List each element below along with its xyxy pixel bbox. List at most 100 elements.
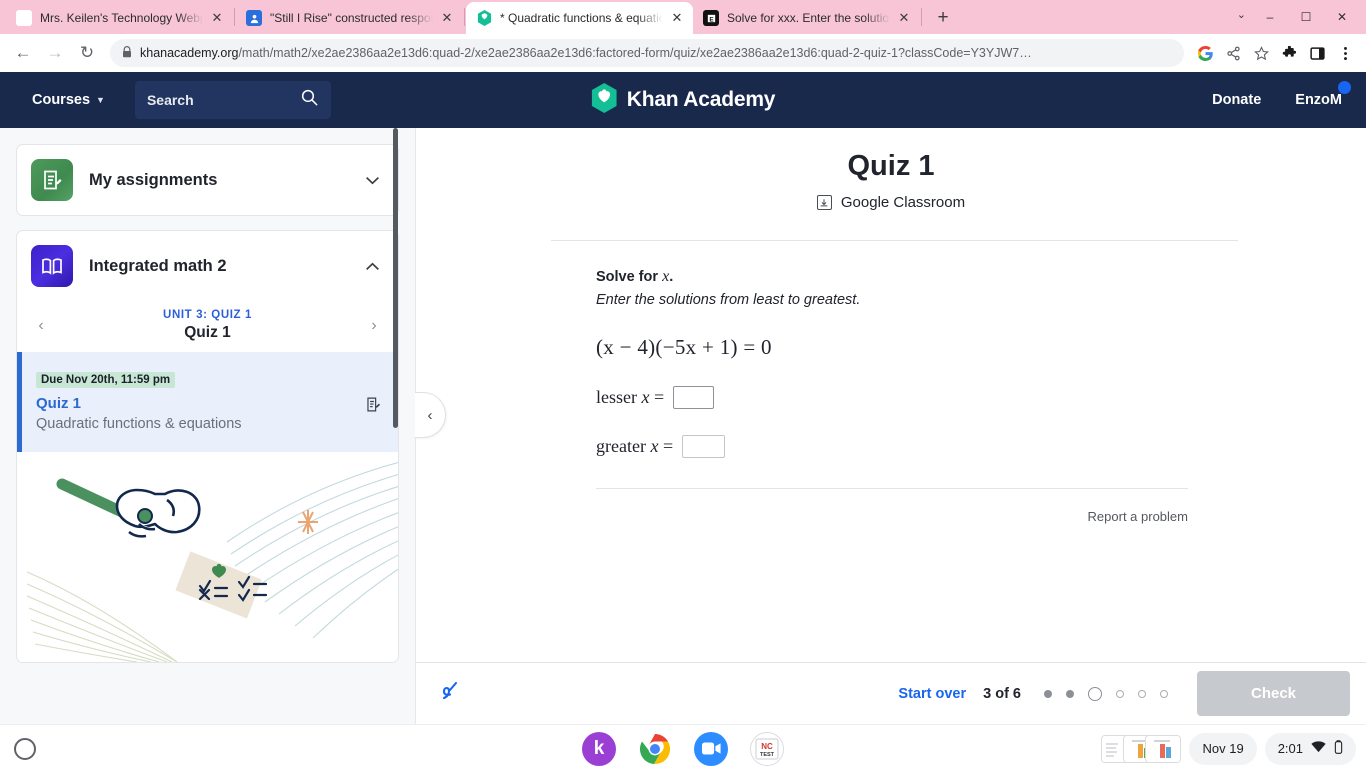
chevron-down-icon[interactable]	[365, 173, 380, 188]
courses-menu-button[interactable]: Courses ▼	[22, 86, 115, 114]
donate-link[interactable]: Donate	[1212, 92, 1261, 108]
battery-icon	[1334, 739, 1343, 758]
svg-text:E: E	[709, 16, 714, 23]
google-classroom-label: Google Classroom	[840, 194, 966, 211]
main-content: ‹ Quiz 1 Google Classroom Solve for x. E…	[415, 128, 1366, 724]
reload-icon[interactable]: ↻	[72, 38, 102, 68]
new-tab-button[interactable]: +	[929, 4, 957, 32]
address-bar[interactable]: khanacademy.org/math/math2/xe2ae2386aa2e…	[110, 39, 1184, 67]
answer-label-greater: greater x =	[596, 436, 673, 457]
tab-title: * Quadratic functions & equations	[500, 11, 663, 25]
bookmark-star-icon[interactable]	[1248, 40, 1274, 66]
close-icon[interactable]: ✕	[896, 10, 912, 26]
maximize-button[interactable]: ☐	[1288, 4, 1324, 30]
omnibox-actions	[1192, 40, 1358, 66]
due-date-badge: Due Nov 20th, 11:59 pm	[36, 372, 176, 388]
shelf-app-list: k NC TEST	[582, 731, 784, 766]
progress-dot-4[interactable]	[1116, 689, 1124, 698]
chrome-app-icon[interactable]	[638, 732, 672, 766]
prompt-suffix: .	[669, 268, 674, 285]
scratchpad-pen-icon[interactable]	[436, 678, 476, 710]
chevron-up-icon[interactable]	[365, 259, 380, 274]
search-input[interactable]: Search	[134, 81, 331, 119]
progress-dot-3-current[interactable]	[1088, 686, 1102, 701]
notification-dot-icon[interactable]	[1338, 81, 1351, 94]
khan-academy-leaf-icon	[591, 82, 618, 118]
close-icon[interactable]: ✕	[209, 10, 225, 26]
sidebar-scrollbar-thumb[interactable]	[393, 128, 398, 428]
course-header[interactable]: Integrated math 2	[17, 231, 398, 301]
window-preview-3[interactable]	[1145, 734, 1182, 763]
khan-academy-logo[interactable]: Khan Academy	[591, 82, 775, 118]
question-area: Solve for x. Enter the solutions from le…	[416, 241, 1366, 526]
progress-dot-5[interactable]	[1138, 689, 1146, 698]
back-icon[interactable]: ←	[8, 38, 38, 68]
page-title: Quiz 1	[847, 150, 935, 182]
my-assignments-header[interactable]: My assignments	[17, 145, 398, 215]
browser-tab-2[interactable]: * Quadratic functions & equations ✕	[466, 2, 693, 34]
url-path: /math/math2/xe2ae2386aa2e13d6:quad-2/xe2…	[238, 46, 1032, 60]
window-previews[interactable]	[1101, 734, 1182, 763]
extensions-puzzle-icon[interactable]	[1276, 40, 1302, 66]
assignment-illustration	[17, 452, 398, 662]
sidebar-item-my-assignments[interactable]: My assignments	[16, 144, 399, 216]
khan-academy-header: Courses ▼ Search Khan Academy Donate Enz…	[0, 72, 1366, 128]
close-window-button[interactable]: ✕	[1324, 4, 1360, 30]
share-icon[interactable]	[1220, 40, 1246, 66]
progress-dots	[1044, 686, 1168, 701]
close-icon[interactable]: ✕	[439, 10, 455, 26]
kami-app-icon[interactable]: k	[582, 731, 616, 766]
system-tray: Nov 19 2:01	[1101, 732, 1356, 765]
user-menu-button[interactable]: EnzoM	[1295, 81, 1351, 108]
khan-academy-page: Courses ▼ Search Khan Academy Donate Enz…	[0, 72, 1366, 724]
khan-academy-icon	[476, 10, 492, 26]
w-icon: W	[16, 10, 32, 26]
google-classroom-share-icon	[816, 195, 832, 210]
start-over-button[interactable]: Start over	[898, 686, 966, 702]
check-button[interactable]: Check	[1197, 671, 1350, 716]
search-icon[interactable]	[300, 88, 319, 112]
date-tray-button[interactable]: Nov 19	[1189, 732, 1257, 765]
minimize-button[interactable]: –	[1252, 4, 1288, 30]
tab-title: Solve for xxx. Enter the solutions	[727, 11, 890, 25]
google-classroom-share-button[interactable]: Google Classroom	[816, 194, 966, 211]
browser-tab-1[interactable]: "Still I Rise" constructed response ✕	[236, 2, 463, 34]
close-icon[interactable]: ✕	[669, 10, 685, 26]
unit-label: UNIT 3: QUIZ 1	[163, 309, 252, 321]
status-tray-button[interactable]: 2:01	[1264, 732, 1356, 765]
browser-tab-3[interactable]: E Solve for xxx. Enter the solutions ✕	[693, 2, 920, 34]
side-panel-icon[interactable]	[1304, 40, 1330, 66]
progress-dot-2[interactable]	[1066, 689, 1074, 698]
question-equation: (x − 4)(−5x + 1) = 0	[596, 334, 772, 359]
nc-test-app-icon[interactable]: NC TEST	[750, 731, 784, 766]
chrome-menu-icon[interactable]	[1332, 40, 1358, 66]
answer-label-equals: =	[649, 386, 665, 407]
google-icon[interactable]	[1192, 40, 1218, 66]
tab-divider	[464, 8, 465, 26]
sidebar-scrollbar[interactable]	[393, 128, 398, 724]
search-placeholder: Search	[146, 92, 194, 108]
courses-label: Courses	[32, 92, 91, 108]
browser-tab-0[interactable]: W Mrs. Keilen's Technology Webpage ✕	[6, 2, 233, 34]
forward-icon: →	[46, 43, 64, 62]
time-label: 2:01	[1277, 741, 1303, 756]
progress-dot-1[interactable]	[1044, 689, 1052, 698]
progress-dot-6[interactable]	[1160, 689, 1168, 698]
system-shelf: k NC TEST Nov 19 2:01	[0, 724, 1366, 768]
edit-assignment-icon[interactable]	[365, 396, 382, 418]
header-right-group: Donate EnzoM	[1212, 81, 1351, 108]
question-instruction: Enter the solutions from least to greate…	[596, 291, 861, 308]
report-problem-link[interactable]: Report a problem	[1088, 509, 1188, 524]
tab-search-icon[interactable]: ⌄	[1237, 8, 1246, 21]
assignment-clipboard-icon	[31, 159, 73, 201]
unit-name: Quiz 1	[184, 324, 231, 341]
next-unit-button[interactable]: ›	[364, 317, 384, 335]
answer-input-lesser[interactable]	[673, 385, 715, 409]
zoom-app-icon[interactable]	[694, 731, 728, 766]
answer-input-greater[interactable]	[682, 434, 726, 458]
launcher-circle-icon[interactable]	[14, 737, 36, 760]
assignment-list-item[interactable]: Due Nov 20th, 11:59 pm Quiz 1 Quadratic …	[17, 352, 398, 452]
assignment-title-link[interactable]: Quiz 1	[36, 395, 365, 412]
previous-unit-button[interactable]: ‹	[31, 317, 51, 335]
exercise-area: Quiz 1 Google Classroom Solve for x. Ent…	[416, 128, 1366, 662]
